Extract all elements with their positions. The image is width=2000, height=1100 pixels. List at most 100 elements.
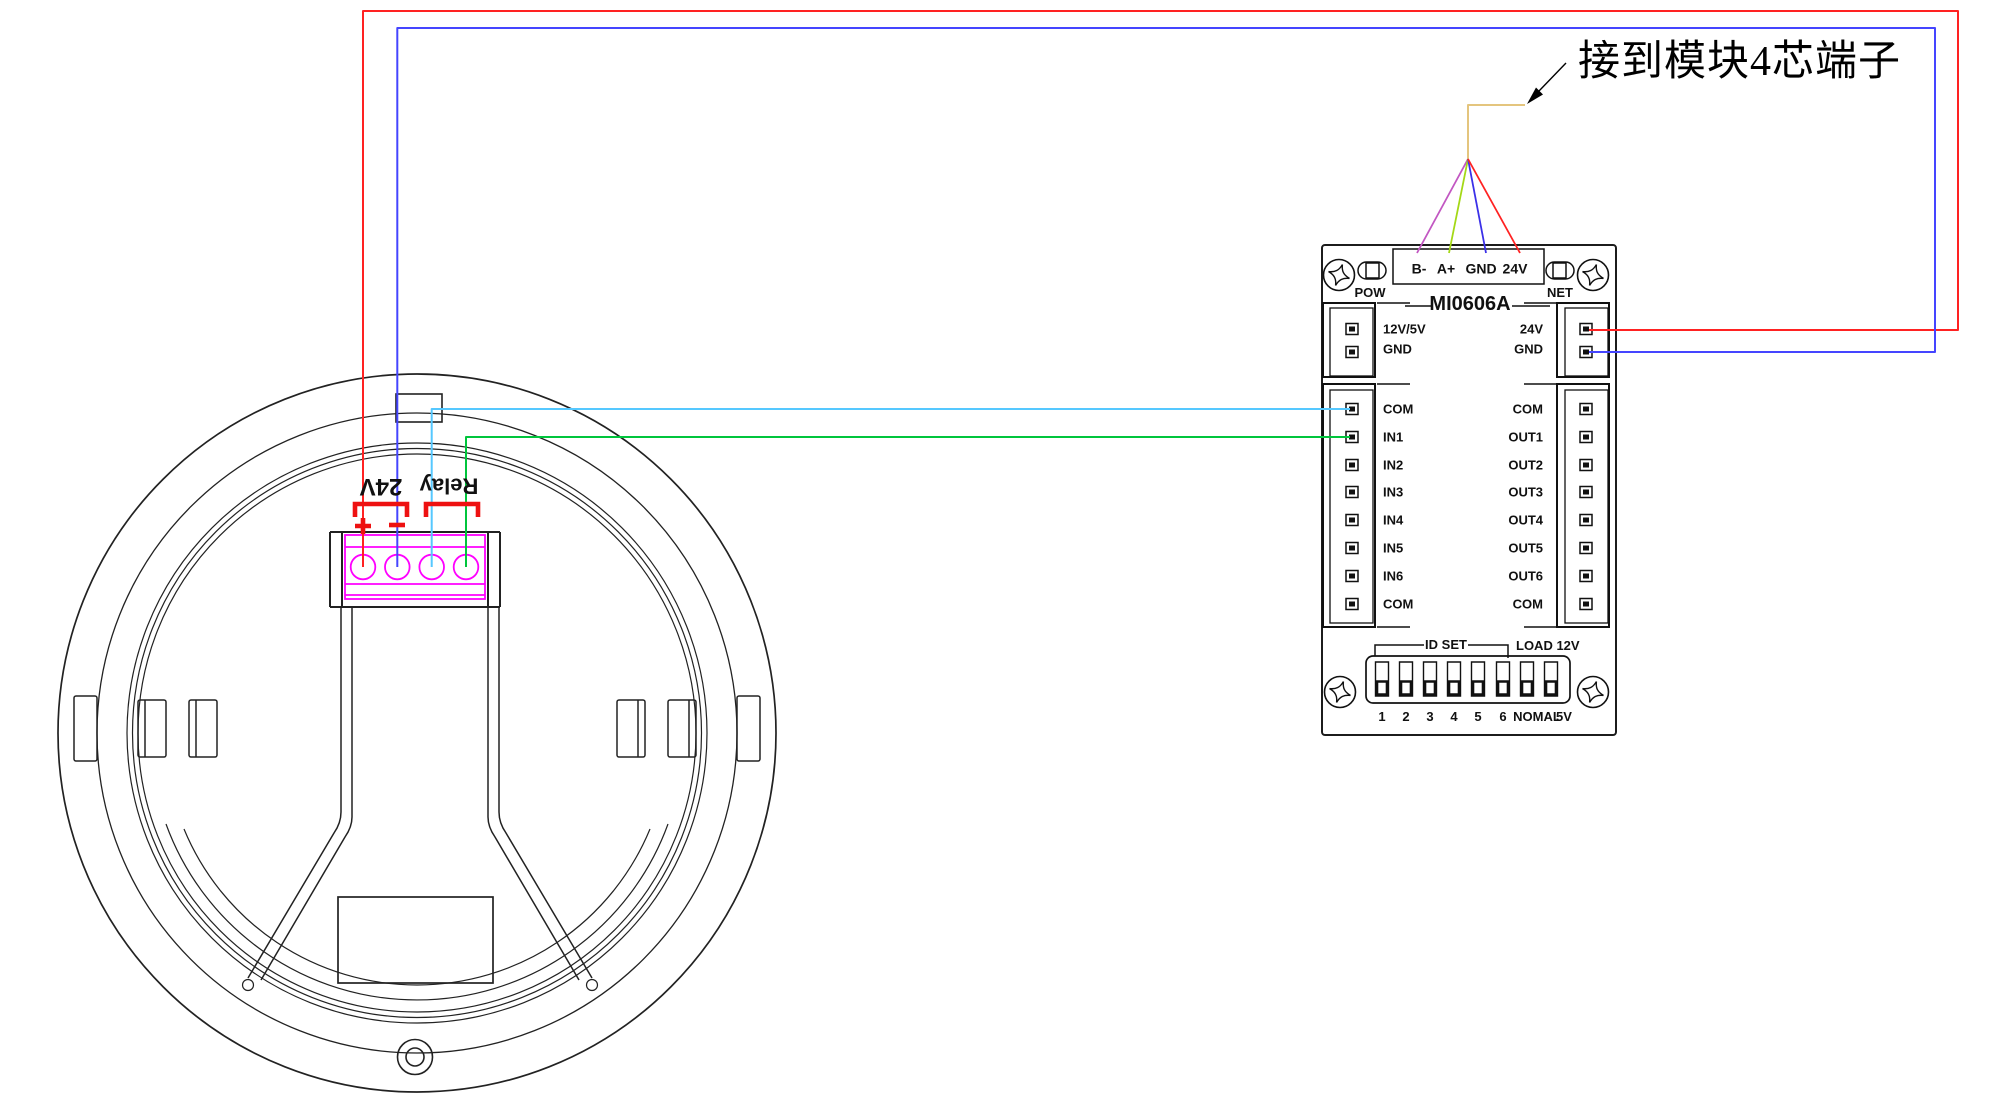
out-label-out6: OUT6 <box>1508 569 1543 584</box>
out-label-out1: OUT1 <box>1508 430 1543 445</box>
in-label-in3: IN3 <box>1383 485 1403 500</box>
detector-relay-label: Relay <box>419 474 478 499</box>
dip-label-5v: 5V <box>1556 709 1572 724</box>
dip-switch-block <box>1366 656 1570 703</box>
corner-screw-top-right-icon <box>1578 260 1609 291</box>
input-connector-inner <box>1330 390 1373 623</box>
dip-label-nomal: NOMAL <box>1513 709 1561 724</box>
side-slot-right-mid <box>668 700 696 757</box>
detector-lower-recess-arc-1 <box>166 824 668 1000</box>
side-slot-left-mid <box>138 700 166 757</box>
base-screw-hole-inner <box>406 1048 424 1066</box>
corner-screw-top-left-icon <box>1324 260 1355 291</box>
right-power-label-24v: 24V <box>1520 322 1543 337</box>
detector-mounting-ring <box>97 413 737 1053</box>
out-label-out4: OUT4 <box>1508 513 1543 528</box>
detector-inner-ring-3 <box>138 454 696 1012</box>
dip-label-6: 6 <box>1499 709 1506 724</box>
in-label-in6: IN6 <box>1383 569 1403 584</box>
bus-label-b-minus: B- <box>1412 261 1427 277</box>
net-connector-inner <box>1565 308 1608 376</box>
in-label-com-bottom: COM <box>1383 597 1413 612</box>
annotation-text: 接到模块4芯端子 <box>1578 39 1901 85</box>
dip-switch-sliders <box>1377 682 1556 695</box>
detector-base <box>58 374 776 1092</box>
wire-in1-green <box>466 437 1350 567</box>
side-slot-left-inner <box>189 700 217 757</box>
pow-connector <box>1323 303 1375 377</box>
out-label-out5: OUT5 <box>1508 541 1543 556</box>
left-power-label-12v5v: 12V/5V <box>1383 322 1426 337</box>
wire-24v-red <box>363 11 1958 567</box>
dip-label-2: 2 <box>1402 709 1409 724</box>
out-label-out2: OUT2 <box>1508 458 1543 473</box>
in-label-in5: IN5 <box>1383 541 1403 556</box>
side-slot-right-outer <box>737 696 760 761</box>
channel-foot-right <box>587 980 598 991</box>
detector-terminal-block <box>345 535 485 599</box>
id-set-label: ID SET <box>1425 637 1467 652</box>
output-pins-contacts <box>1583 407 1589 607</box>
wires <box>363 11 1958 567</box>
in-label-in2: IN2 <box>1383 458 1403 473</box>
pow-connector-inner <box>1330 308 1373 376</box>
out-label-com-bottom: COM <box>1513 597 1543 612</box>
detector-24v-label: 24V <box>360 473 403 500</box>
in-label-in1: IN1 <box>1383 430 1403 445</box>
pow-indicator-slot <box>1366 263 1379 278</box>
net-indicator-slot <box>1553 263 1566 278</box>
base-screw-hole-outer <box>398 1040 433 1075</box>
junction-box <box>338 897 493 983</box>
wire-gnd-blue <box>397 28 1935 567</box>
in-label-in4: IN4 <box>1383 513 1404 528</box>
bracket-relay <box>426 504 478 517</box>
io-module: B- A+ GND 24V POW NET MI0606A 12V/ <box>1322 245 1616 735</box>
wire-bus-a-plus <box>1449 159 1468 253</box>
bus-label-24v: 24V <box>1503 261 1529 277</box>
net-label: NET <box>1547 285 1573 300</box>
input-pins <box>1346 404 1358 610</box>
dip-label-5: 5 <box>1474 709 1481 724</box>
wiring-diagram-canvas: B- A+ GND 24V POW NET MI0606A 12V/ <box>0 0 2000 1100</box>
bus-label-gnd: GND <box>1465 261 1496 277</box>
in-label-com-top: COM <box>1383 402 1413 417</box>
out-label-out3: OUT3 <box>1508 485 1543 500</box>
annotation-leader-line <box>1539 63 1566 91</box>
pow-pins-contacts <box>1349 327 1355 355</box>
detector-labels: 24V Relay <box>355 473 478 534</box>
out-label-com-top: COM <box>1513 402 1543 417</box>
dip-label-1: 1 <box>1378 709 1385 724</box>
channel-wall-right-inner <box>488 607 579 980</box>
net-indicator-window <box>1546 262 1574 279</box>
side-slot-right-inner <box>617 700 645 757</box>
wire-bus-gnd <box>1468 159 1486 253</box>
bus-label-a-plus: A+ <box>1437 261 1455 277</box>
pow-indicator-window <box>1358 262 1386 279</box>
output-pins <box>1580 404 1592 610</box>
wire-bus-yellow <box>1468 105 1525 159</box>
terminal-block-body <box>345 535 485 599</box>
output-connector-inner <box>1565 390 1608 623</box>
dip-label-4: 4 <box>1450 709 1458 724</box>
corner-screw-bottom-left-icon <box>1325 677 1356 708</box>
wiring-diagram-page: B- A+ GND 24V POW NET MI0606A 12V/ <box>0 0 2000 1100</box>
right-power-label-gnd: GND <box>1514 342 1543 357</box>
left-power-label-gnd: GND <box>1383 342 1412 357</box>
wire-channel <box>243 607 598 991</box>
channel-foot-left <box>243 980 254 991</box>
wire-com-cyan <box>432 409 1350 567</box>
load-12v-label: LOAD 12V <box>1516 638 1580 653</box>
corner-screw-bottom-right-icon <box>1578 677 1609 708</box>
wire-bus-24v <box>1468 159 1520 253</box>
wire-bus-b-minus <box>1417 159 1468 253</box>
module-title: MI0606A <box>1429 293 1510 315</box>
detector-lower-recess-arc-2 <box>184 829 650 985</box>
detector-inner-ring-1 <box>127 443 707 1023</box>
annotation-callout: 接到模块4芯端子 <box>1527 39 1901 104</box>
detector-inner-ring-2 <box>133 449 702 1018</box>
input-connector <box>1323 384 1375 627</box>
side-slot-left-outer <box>74 696 97 761</box>
dip-label-3: 3 <box>1426 709 1433 724</box>
pow-label: POW <box>1354 285 1386 300</box>
net-pins-contacts <box>1583 327 1589 355</box>
